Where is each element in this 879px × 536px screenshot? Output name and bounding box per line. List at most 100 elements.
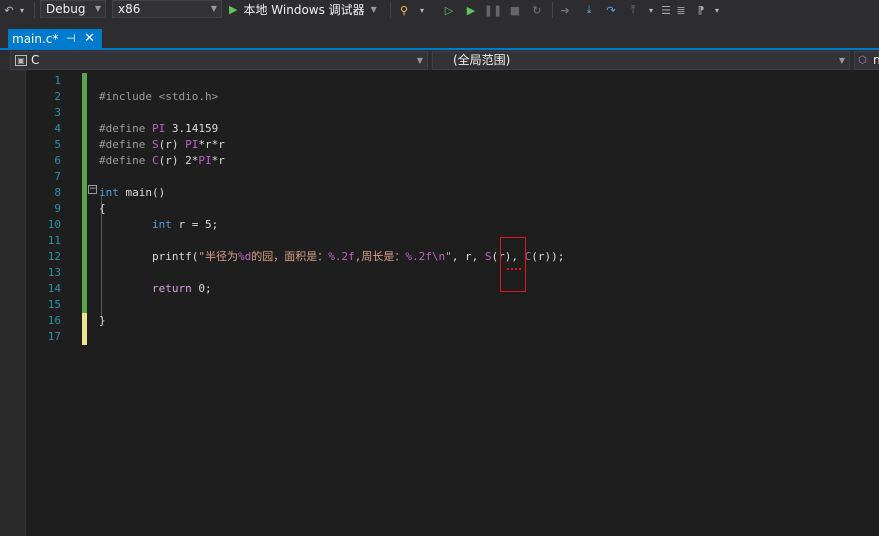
string-literal: " [445,250,452,263]
scope-select[interactable]: (全局范围) ▼ [432,51,850,70]
search-icon[interactable]: ⚲ [396,0,412,20]
string-literal: 的园，面积是： [251,250,329,263]
string-literal: "半径为 [198,250,238,263]
arguments: , r, [451,250,485,263]
format-specifier: %d [237,250,252,263]
bookmark-icon[interactable]: ⁋ [694,0,708,20]
step-out-icon[interactable]: ⤒ [626,0,640,20]
undo-dropdown-icon[interactable]: ▾ [16,0,28,20]
comment-icon[interactable]: ☰ [660,0,672,20]
function-call: printf( [151,250,199,263]
macro-args: (r) [158,154,186,167]
member-icon: ⬡ [858,55,867,66]
tab-main-c[interactable]: main.c* ⊣ ✕ [8,29,102,49]
pause-icon[interactable]: ❚❚ [484,0,502,20]
navigation-bar: ▣ C ▼ (全局范围) ▼ ⬡ n [0,50,879,70]
indicator-margin [0,70,26,536]
scope-value: (全局范围) [453,53,511,67]
start-without-debug-icon[interactable]: ▷ [442,0,456,20]
chevron-down-icon: ▼ [210,4,217,13]
macro-body: *r [211,154,225,167]
string-literal: ,周长是： [354,250,406,263]
keyword: int [99,186,119,199]
dropdown-icon[interactable]: ▾ [418,0,426,20]
macro-ref: PI [198,154,212,167]
collapse-toggle-icon[interactable]: − [88,185,97,194]
macro-name: PI [151,122,166,135]
chevron-down-icon: ▼ [94,4,101,13]
project-value: C [31,53,40,67]
close-icon[interactable]: ✕ [84,29,95,49]
define-keyword: #define [99,138,152,151]
code-line: int r = 5; [99,217,564,233]
keyword: int [151,218,172,231]
code-line: } [99,313,564,329]
unsaved-change-marker [82,313,87,345]
line-number: 15 [47,298,61,311]
saved-change-marker [82,73,87,313]
continue-icon[interactable]: ▶ [464,0,478,20]
restart-icon[interactable]: ↻ [530,0,544,20]
format-specifier: %.2f\n [405,250,446,263]
code-editor[interactable]: 1 2 3 4 5 6 7 8 9 10 11 12 13 14 15 16 1… [0,70,879,536]
line-number: 17 [47,330,61,343]
show-next-statement-icon[interactable]: ➔ [558,0,572,20]
toolbar-separator [34,2,35,18]
macro-args: (r) [158,138,186,151]
line-number: 12 [47,250,61,263]
macro-ref: PI [185,138,199,151]
code-line: #define S(r) PI*r*r [99,137,564,153]
start-debugging-button[interactable]: ▶ 本地 Windows 调试器 ▼ [229,0,377,18]
code-line: { [99,201,564,217]
code-line: return 0; [99,281,564,297]
line-number: 1 [54,74,61,87]
configuration-value: Debug [46,2,86,16]
stop-icon[interactable]: ■ [508,0,522,20]
macro-value: 3.14159 [165,122,219,135]
code-line: #define C(r) 2*PI*r [99,153,564,169]
member-select[interactable]: ⬡ n [854,51,879,70]
line-number: 2 [54,90,61,103]
macro-name: C [151,154,159,167]
line-number: 11 [47,234,61,247]
annotation-highlight-box [500,237,526,292]
step-over-icon[interactable]: ↷ [604,0,618,20]
line-number-gutter: 1 2 3 4 5 6 7 8 9 10 11 12 13 14 15 16 1… [28,73,61,345]
include-directive: #include <stdio.h> [99,90,219,103]
project-icon: ▣ [15,55,27,66]
step-into-icon[interactable]: ⤓ [582,0,596,20]
list-icon[interactable]: ≣ [674,0,688,20]
dropdown-icon[interactable]: ▾ [646,0,656,20]
chevron-down-icon[interactable]: ▼ [371,5,377,14]
pin-icon[interactable]: ⊣ [66,29,76,49]
line-number: 5 [54,138,61,151]
macro-body: 2* [185,154,199,167]
line-number: 4 [54,122,61,135]
undo-icon[interactable]: ↶ [2,0,16,20]
code-area[interactable]: #include <stdio.h> #define PI 3.14159 #d… [99,73,564,345]
tab-strip: main.c* ⊣ ✕ [0,20,879,50]
toolbar-overflow-icon[interactable]: ▾ [712,0,722,20]
line-number: 6 [54,154,61,167]
platform-select[interactable]: x86 ▼ [112,0,222,18]
line-number: 7 [54,170,61,183]
brace: } [99,314,106,327]
toolbar-separator [390,2,391,18]
chevron-down-icon: ▼ [838,56,845,65]
chevron-down-icon: ▼ [416,56,423,65]
toolbar: ↶ ▾ Debug ▼ x86 ▼ ▶ 本地 Windows 调试器 ▼ ⚲ ▾… [0,0,879,20]
configuration-select[interactable]: Debug ▼ [40,0,106,18]
project-select[interactable]: ▣ C ▼ [10,51,428,70]
code-line: printf("半径为%d的园，面积是：%.2f,周长是：%.2f\n", r,… [99,249,564,265]
brace: { [99,202,106,215]
code-line: #define PI 3.14159 [99,121,564,137]
statement: 0; [191,282,212,295]
run-label: 本地 Windows 调试器 [243,2,365,17]
toolbar-separator [552,2,553,18]
